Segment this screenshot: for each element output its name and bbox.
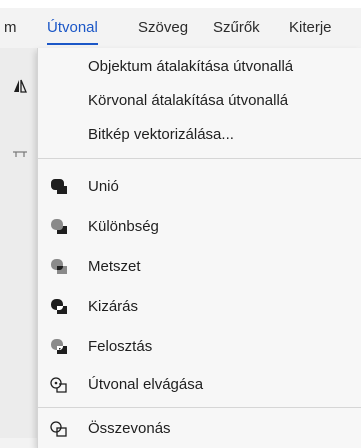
menu-item-union[interactable]: Unió (38, 170, 361, 204)
menu-item-path[interactable]: Útvonal (47, 8, 98, 48)
menu-item-stroke-to-path[interactable]: Körvonal átalakítása útvonallá (38, 84, 361, 118)
align-tool-icon[interactable] (12, 143, 28, 159)
menu-item-extensions[interactable]: Kiterje (289, 8, 332, 48)
difference-label: Különbség (88, 218, 159, 235)
menu-separator (38, 158, 361, 159)
menu-item-intersection[interactable]: Metszet (38, 250, 361, 284)
exclusion-icon (51, 299, 67, 314)
intersection-icon (51, 259, 67, 274)
menu-item-combine[interactable]: Összevonás (38, 412, 361, 446)
menu-item-exclusion[interactable]: Kizárás (38, 290, 361, 324)
stroke-to-path-label: Körvonal átalakítása útvonallá (88, 92, 289, 109)
path-menu-dropdown: Objektum átalakítása útvonallá Körvonal … (37, 48, 361, 448)
division-label: Felosztás (88, 338, 153, 355)
intersection-label: Metszet (88, 258, 141, 275)
division-icon (51, 339, 67, 354)
menubar: m Útvonal Szöveg Szűrők Kiterje (0, 8, 361, 48)
menu-item-object-to-path[interactable]: Objektum átalakítása útvonallá (38, 50, 361, 84)
difference-icon (51, 219, 67, 234)
menu-item-cut-path[interactable]: Útvonal elvágása (38, 368, 361, 402)
toolbar-background (0, 48, 37, 438)
menu-item-filters[interactable]: Szűrők (213, 8, 260, 48)
cut-path-label: Útvonal elvágása (88, 376, 204, 393)
union-icon (51, 179, 67, 194)
menu-item-division[interactable]: Felosztás (38, 330, 361, 364)
trace-bitmap-label: Bitkép vektorizálása... (88, 126, 234, 143)
flip-tool-icon[interactable] (12, 78, 28, 94)
menu-item-difference[interactable]: Különbség (38, 210, 361, 244)
menu-item-partial[interactable]: m (4, 8, 17, 48)
menu-item-trace-bitmap[interactable]: Bitkép vektorizálása... (38, 118, 361, 152)
combine-label: Összevonás (88, 420, 171, 437)
menu-separator (38, 407, 361, 408)
union-label: Unió (88, 178, 119, 195)
object-to-path-label: Objektum átalakítása útvonallá (88, 58, 294, 75)
window-top-strip (0, 0, 361, 8)
cut-path-icon (50, 377, 67, 393)
exclusion-label: Kizárás (88, 298, 139, 315)
menu-item-text[interactable]: Szöveg (138, 8, 188, 48)
combine-icon (50, 421, 67, 437)
